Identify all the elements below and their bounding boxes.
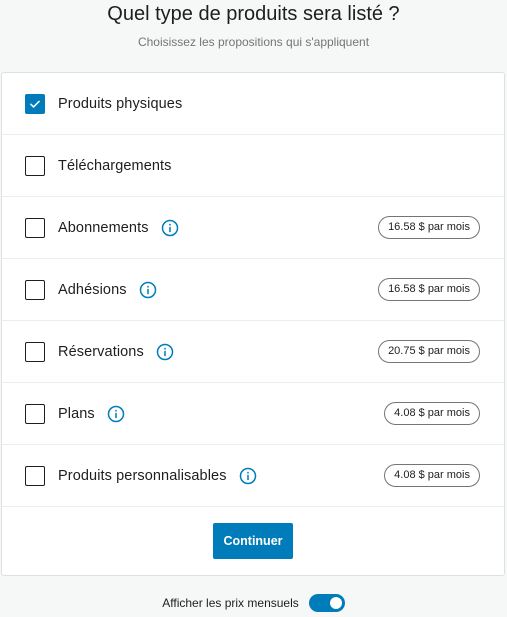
option-label: Produits physiques bbox=[58, 95, 183, 112]
price-badge: 20.75 $ par mois bbox=[378, 340, 480, 363]
option-checkbox[interactable] bbox=[25, 465, 45, 486]
product-type-card: Produits physiques Téléchargements Abonnem… bbox=[1, 72, 505, 576]
option-label: Adhésions bbox=[58, 281, 127, 298]
option-label: Téléchargements bbox=[58, 157, 172, 174]
check-icon bbox=[28, 97, 42, 111]
page-title: Quel type de produits sera listé ? bbox=[107, 3, 400, 25]
monthly-price-toggle[interactable] bbox=[308, 594, 345, 612]
monthly-price-toggle-row: Afficher les prix mensuels bbox=[0, 594, 507, 612]
price-badge: 4.08 $ par mois bbox=[384, 464, 480, 487]
option-checkbox[interactable] bbox=[25, 93, 45, 114]
price-badge: 16.58 $ par mois bbox=[378, 216, 480, 239]
option-checkbox[interactable] bbox=[25, 403, 45, 424]
option-row[interactable]: Réservations 20.75 $ par mois bbox=[2, 321, 504, 383]
card-footer: Continuer bbox=[2, 507, 504, 575]
price-badge: 4.08 $ par mois bbox=[384, 402, 480, 425]
info-icon[interactable] bbox=[107, 405, 125, 423]
option-row[interactable]: Plans 4.08 $ par mois bbox=[2, 383, 504, 445]
option-checkbox[interactable] bbox=[25, 279, 45, 300]
option-checkbox[interactable] bbox=[25, 155, 45, 176]
option-row[interactable]: Abonnements 16.58 $ par mois bbox=[2, 197, 504, 259]
toggle-label: Afficher les prix mensuels bbox=[162, 596, 299, 610]
option-label: Réservations bbox=[58, 343, 144, 360]
option-row[interactable]: Produits personnalisables 4.08 $ par mois bbox=[2, 445, 504, 507]
option-row[interactable]: Produits physiques bbox=[2, 73, 504, 135]
info-icon[interactable] bbox=[239, 467, 257, 485]
option-label: Plans bbox=[58, 405, 95, 422]
option-row[interactable]: Téléchargements bbox=[2, 135, 504, 197]
info-icon[interactable] bbox=[161, 219, 179, 237]
continue-button[interactable]: Continuer bbox=[213, 523, 293, 559]
option-checkbox[interactable] bbox=[25, 341, 45, 362]
option-label: Produits personnalisables bbox=[58, 467, 227, 484]
option-label: Abonnements bbox=[58, 219, 149, 236]
price-badge: 16.58 $ par mois bbox=[378, 278, 480, 301]
option-row[interactable]: Adhésions 16.58 $ par mois bbox=[2, 259, 504, 321]
info-icon[interactable] bbox=[139, 281, 157, 299]
info-icon[interactable] bbox=[156, 343, 174, 361]
toggle-knob bbox=[329, 597, 342, 609]
options-list: Produits physiques Téléchargements Abonnem… bbox=[2, 73, 504, 507]
option-checkbox[interactable] bbox=[25, 217, 45, 238]
page-subtitle: Choisissez les propositions qui s'appliq… bbox=[137, 35, 370, 49]
